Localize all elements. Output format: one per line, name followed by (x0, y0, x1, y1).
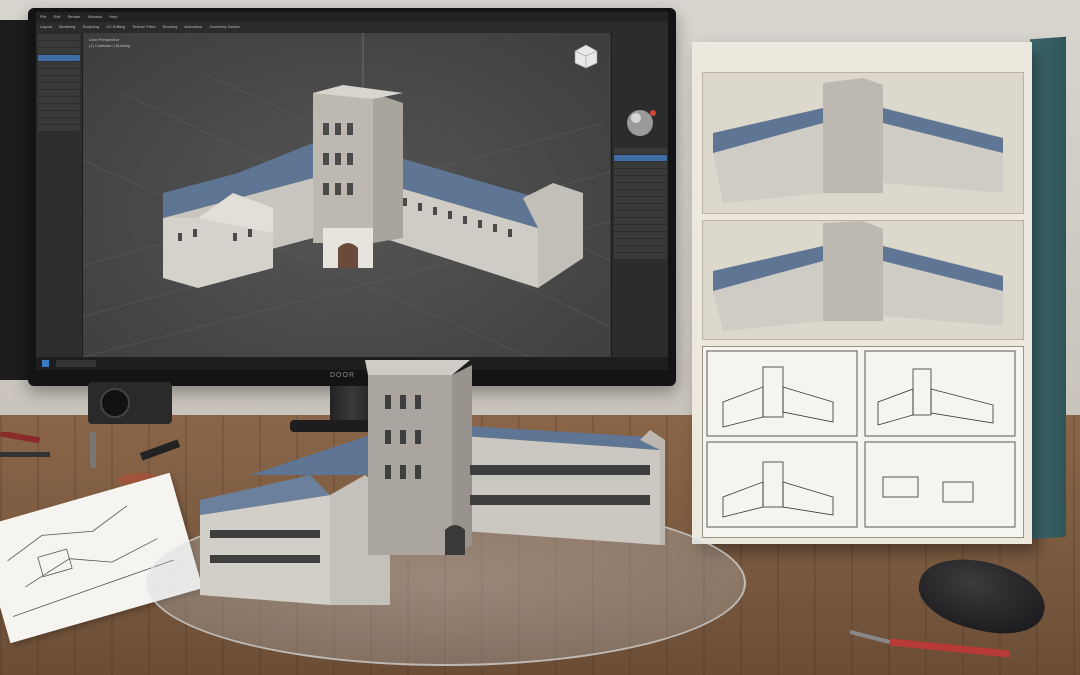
menu-item[interactable]: File (40, 14, 46, 20)
gizmo-cube-icon[interactable] (573, 43, 599, 69)
tab-animation[interactable]: Animation (184, 24, 202, 30)
property-row[interactable] (614, 246, 667, 252)
box-line-drawings (706, 350, 1016, 528)
outliner-row[interactable] (38, 76, 80, 82)
outliner-row[interactable] (38, 69, 80, 75)
box-render-middle (702, 220, 1024, 340)
property-row[interactable] (614, 169, 667, 175)
outliner-row[interactable] (38, 55, 80, 61)
property-row[interactable] (614, 218, 667, 224)
tab-layout[interactable]: Layout (40, 24, 52, 30)
property-row[interactable] (614, 176, 667, 182)
speaker-dial (100, 388, 130, 418)
outliner-row[interactable] (38, 97, 80, 103)
material-sphere-icon (627, 110, 656, 136)
property-row[interactable] (614, 225, 667, 231)
outliner-row[interactable] (38, 83, 80, 89)
property-row[interactable] (614, 162, 667, 168)
box-render-middle-image (713, 221, 1003, 331)
product-box (692, 42, 1032, 544)
app-menubar: File Edit Render Window Help (36, 12, 668, 22)
tab-uv[interactable]: UV Editing (106, 24, 125, 30)
property-row[interactable] (614, 183, 667, 189)
box-render-top (702, 72, 1024, 214)
tab-geonodes[interactable]: Geometry Nodes (209, 24, 239, 30)
property-row[interactable] (614, 197, 667, 203)
monitor-screen: File Edit Render Window Help Layout Mode… (36, 12, 668, 370)
outliner-row[interactable] (38, 104, 80, 110)
property-row[interactable] (614, 232, 667, 238)
outliner-row[interactable] (38, 111, 80, 117)
property-row[interactable] (614, 239, 667, 245)
property-row[interactable] (614, 155, 667, 161)
3d-viewport[interactable]: User Perspective (1) Collection | Buildi… (83, 33, 610, 357)
search-box[interactable] (56, 360, 96, 367)
windows-start-icon[interactable] (42, 360, 49, 367)
outliner-row[interactable] (38, 34, 80, 40)
pliers (850, 630, 1010, 658)
property-row[interactable] (614, 253, 667, 259)
outliner-row[interactable] (38, 125, 80, 131)
tab-texture[interactable]: Texture Paint (132, 24, 155, 30)
menu-items: File Edit Render Window Help (36, 12, 668, 22)
outliner-row[interactable] (38, 48, 80, 54)
box-render-top-image (713, 78, 1003, 203)
properties-panel (611, 33, 668, 357)
menu-item[interactable]: Help (109, 14, 117, 20)
tab-sculpting[interactable]: Sculpting (83, 24, 99, 30)
outliner-row[interactable] (38, 118, 80, 124)
printed-building-model (200, 360, 665, 605)
outliner-row[interactable] (38, 90, 80, 96)
tab-shading[interactable]: Shading (163, 24, 178, 30)
menu-item[interactable]: Window (88, 14, 102, 20)
menu-item[interactable]: Edit (54, 14, 61, 20)
box-side (1030, 36, 1066, 540)
viewport-scene (83, 33, 610, 357)
property-row[interactable] (614, 204, 667, 210)
property-row[interactable] (614, 211, 667, 217)
outliner-row[interactable] (38, 62, 80, 68)
box-instruction-sheet (702, 346, 1024, 538)
left-panel (36, 33, 83, 357)
outliner-row[interactable] (38, 41, 80, 47)
building-model (163, 85, 583, 288)
menu-item[interactable]: Render (68, 14, 81, 20)
property-row[interactable] (614, 148, 667, 154)
property-row[interactable] (614, 190, 667, 196)
tab-modeling[interactable]: Modeling (59, 24, 75, 30)
